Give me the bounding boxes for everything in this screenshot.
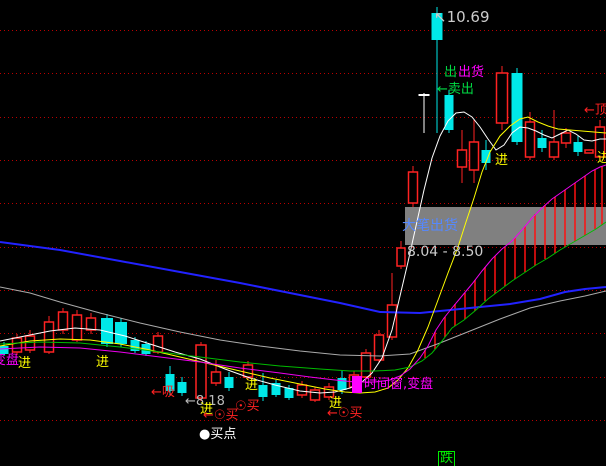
info-overlay-box [405, 207, 606, 245]
candlestick-chart-canvas [0, 0, 606, 466]
time-window-marker-block [352, 376, 362, 393]
stock-chart[interactable]: ↖10.69出出货←卖出←顶进进大笔出货8.04 - 8.50时间窗,变盘变盘进… [0, 0, 606, 466]
candles-layer [0, 7, 605, 402]
